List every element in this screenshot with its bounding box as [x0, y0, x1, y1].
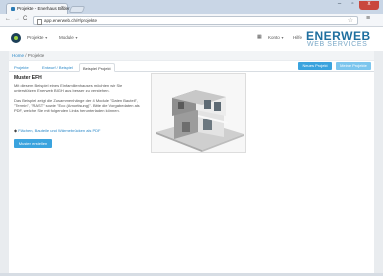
house-window — [178, 102, 184, 109]
grid-icon[interactable]: ▦ — [257, 34, 262, 40]
browser-tab-bar: Projekte - Enerhaus Bilder × – ▫ x — [0, 0, 383, 14]
menu-projekte[interactable]: Projekte▼ — [27, 35, 48, 40]
tab-beispiel-projekt[interactable]: Beispiel Projekt — [79, 63, 115, 72]
menu-module-label: Module — [59, 35, 74, 40]
page-icon — [37, 19, 42, 25]
description-paragraph: Mit diesem Beispiel eines Einfamilienhau… — [14, 83, 123, 93]
new-project-button[interactable]: Neues Projekt — [298, 62, 332, 70]
browser-toolbar: ← → C app.enerweb.ch/#/projekte ☆ ≡ — [0, 14, 383, 27]
brand-tagline: WEB SERVICES — [307, 41, 368, 48]
tab-close-icon[interactable]: × — [61, 5, 64, 11]
maximize-icon[interactable]: ▫ — [346, 1, 359, 10]
details-paragraph: Das Beispiel zeigt die Zusammenhänge der… — [14, 98, 140, 113]
menu-module[interactable]: Module▼ — [59, 35, 78, 40]
house-window — [182, 122, 190, 132]
house-door — [203, 119, 212, 130]
address-url[interactable]: app.enerweb.ch/#/projekte — [44, 18, 97, 23]
favicon-icon — [11, 7, 15, 11]
reload-icon[interactable]: C — [23, 16, 27, 22]
bookmark-star-icon[interactable]: ☆ — [348, 17, 353, 24]
app-header: Projekte▼ Module▼ ▦ Konto▼ Hilfe ENERWEB… — [0, 27, 383, 51]
link-bullet-icon: ◆ — [14, 128, 18, 133]
tab-entwurf-beispiel[interactable]: Entwurf / Beispiel — [39, 63, 76, 72]
pdf-link-label: Flächen, Bauteile und Wärmebrücken als P… — [18, 128, 101, 133]
tab-projekte[interactable]: Projekte — [11, 63, 32, 72]
menu-hilfe[interactable]: Hilfe — [293, 35, 302, 40]
house-window — [214, 102, 221, 111]
breadcrumb-current: Projekte — [27, 53, 45, 58]
create-sample-button[interactable]: Muster erstellen — [14, 139, 52, 148]
house-window — [204, 100, 211, 109]
breadcrumb-home[interactable]: Home — [12, 53, 24, 58]
app-logo-icon[interactable] — [11, 33, 21, 43]
back-icon[interactable]: ← — [5, 16, 11, 22]
pdf-download-link[interactable]: ◆ Flächen, Bauteile und Wärmebrücken als… — [14, 128, 100, 133]
breadcrumb: Home / Projekte — [9, 51, 374, 60]
brand-logo[interactable]: ENERWEB WEB SERVICES — [306, 30, 378, 50]
house-render — [156, 90, 244, 152]
minimize-icon[interactable]: – — [333, 1, 346, 10]
menu-konto[interactable]: Konto▼ — [268, 35, 284, 40]
my-projects-button[interactable]: Meine Projekte — [336, 62, 371, 70]
new-tab-button[interactable] — [68, 6, 86, 13]
browser-tab[interactable]: Projekte - Enerhaus Bilder × — [6, 3, 70, 14]
address-bar[interactable]: app.enerweb.ch/#/projekte ☆ — [33, 16, 358, 25]
forward-icon[interactable]: → — [14, 16, 20, 22]
chevron-down-icon: ▼ — [44, 36, 48, 40]
menu-projekte-label: Projekte — [27, 35, 44, 40]
chevron-down-icon: ▼ — [280, 36, 285, 40]
project-tabs: Projekte Entwurf / Beispiel Beispiel Pro… — [9, 61, 374, 72]
house-model-image — [151, 73, 246, 153]
breadcrumb-trail: Home / Projekte — [12, 53, 44, 58]
app-logo-dot — [14, 36, 18, 40]
project-card: Projekte Entwurf / Beispiel Beispiel Pro… — [9, 61, 374, 276]
project-title: Muster EFH — [14, 75, 42, 81]
chevron-down-icon: ▼ — [74, 36, 79, 40]
close-window-icon[interactable]: x — [359, 1, 379, 10]
menu-konto-label: Konto — [268, 35, 280, 40]
browser-menu-icon[interactable]: ≡ — [366, 15, 370, 22]
